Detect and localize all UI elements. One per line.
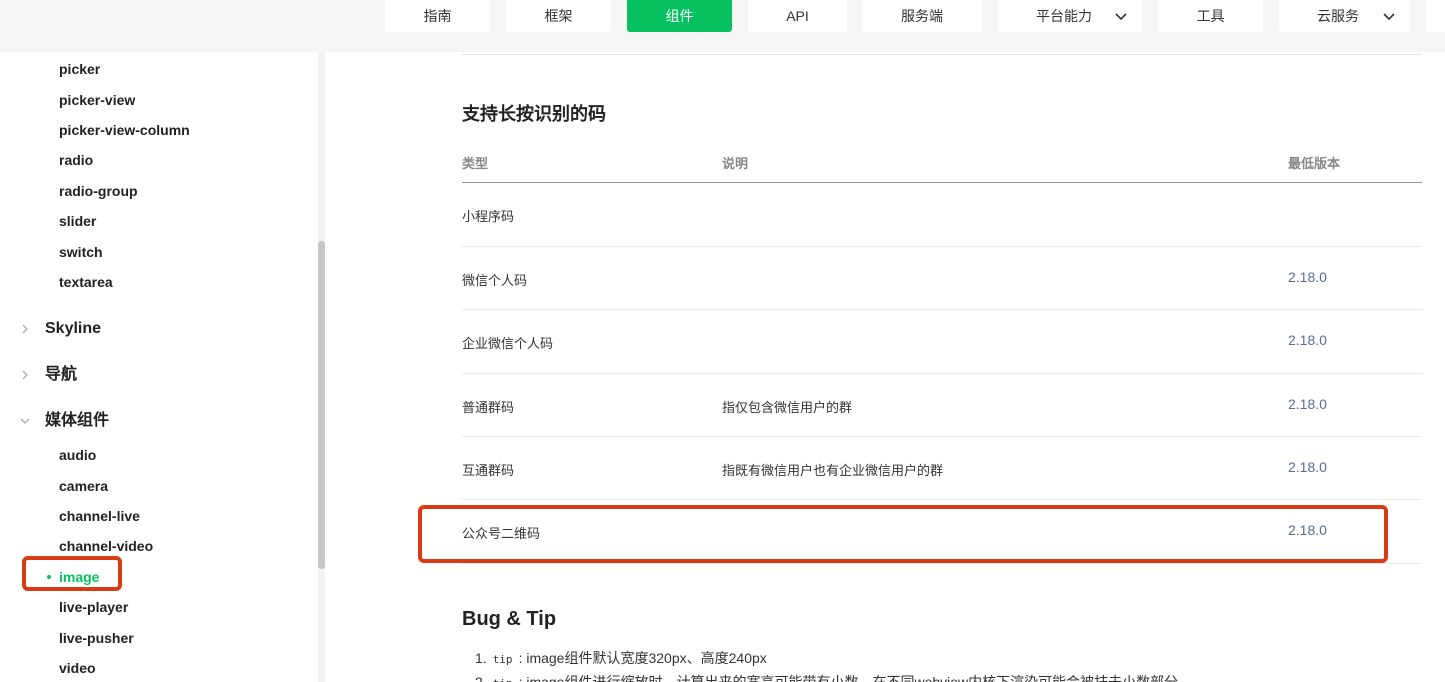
sidebar-item-picker-view-column[interactable]: picker-view-column: [59, 121, 190, 139]
tip-text: : image组件进行缩放时，计算出来的宽高可能带有小数，在不同webview内…: [518, 674, 1179, 682]
chevron-right-icon: [22, 324, 28, 334]
tip-text: : image组件默认宽度320px、高度240px: [518, 650, 767, 666]
list-number: 1.: [475, 650, 487, 666]
nav-cloud-service[interactable]: 云服务: [1279, 0, 1410, 32]
nav-more[interactable]: [1426, 0, 1445, 32]
sidebar-item-live-player[interactable]: live-player: [59, 598, 128, 616]
cell-desc: 指仅包含微信用户的群: [722, 400, 853, 415]
cell-type: 互通群码: [462, 463, 515, 478]
sidebar-item-switch[interactable]: switch: [59, 243, 103, 261]
sidebar-item-live-pusher[interactable]: live-pusher: [59, 629, 134, 647]
sidebar-item-camera[interactable]: camera: [59, 477, 108, 495]
cell-type: 企业微信个人码: [462, 336, 554, 351]
sidebar-scrollbar[interactable]: [318, 241, 325, 569]
cell-desc: 指既有微信用户也有企业微信用户的群: [722, 463, 944, 478]
table-header-version: 最低版本: [1288, 156, 1341, 171]
sidebar-group-media[interactable]: 媒体组件: [45, 411, 109, 431]
sidebar-item-picker[interactable]: picker: [59, 60, 100, 78]
sidebar-item-channel-video[interactable]: channel-video: [59, 537, 153, 555]
cell-type: 微信个人码: [462, 273, 528, 288]
row-divider: [462, 246, 1422, 247]
row-divider: [462, 373, 1422, 374]
chevron-down-icon: [1115, 13, 1127, 21]
nav-platform-capability[interactable]: 平台能力: [998, 0, 1142, 32]
sidebar-item-picker-view[interactable]: picker-view: [59, 91, 135, 109]
nav-guide[interactable]: 指南: [385, 0, 490, 32]
tip-code: tip: [492, 653, 513, 666]
top-nav: 指南 框架 组件 API 服务端 平台能力 工具 云服务: [0, 0, 1445, 52]
table-header-divider: [462, 182, 1422, 183]
bug-tip-heading: Bug & Tip: [462, 608, 557, 630]
sidebar-item-radio-group[interactable]: radio-group: [59, 182, 138, 200]
nav-api[interactable]: API: [748, 0, 847, 32]
cell-version: 2.18.0: [1288, 332, 1327, 348]
table-header-desc: 说明: [722, 156, 749, 171]
nav-server[interactable]: 服务端: [862, 0, 982, 32]
tip-code: tip: [493, 677, 513, 682]
cell-type: 小程序码: [462, 209, 515, 224]
sidebar-group-skyline[interactable]: Skyline: [45, 319, 101, 339]
nav-tools[interactable]: 工具: [1158, 0, 1263, 32]
cell-version: 2.18.0: [1288, 269, 1327, 285]
list-item: 1. tip : image组件默认宽度320px、高度240px: [475, 648, 767, 668]
row-divider: [462, 563, 1422, 564]
row-divider: [462, 309, 1422, 310]
chevron-down-icon: [1383, 13, 1395, 21]
highlight-annotation: [418, 505, 1388, 563]
chevron-right-icon: [22, 370, 28, 380]
row-divider: [462, 436, 1422, 437]
cell-version: 2.18.0: [1288, 396, 1327, 412]
cell-type: 普通群码: [462, 400, 515, 415]
list-item: 2. tip : image组件进行缩放时，计算出来的宽高可能带有小数，在不同web…: [475, 672, 1178, 682]
chevron-down-icon: [20, 418, 30, 424]
row-divider: [462, 499, 1422, 500]
nav-components[interactable]: 组件: [627, 0, 732, 32]
table-header-type: 类型: [462, 156, 489, 171]
sidebar-group-navigation[interactable]: 导航: [45, 365, 77, 385]
sidebar-item-channel-live[interactable]: channel-live: [59, 507, 140, 525]
sidebar-item-textarea[interactable]: textarea: [59, 273, 113, 291]
section-title: 支持长按识别的码: [462, 104, 606, 124]
divider: [462, 54, 1422, 55]
sidebar-item-audio[interactable]: audio: [59, 446, 96, 464]
sidebar-item-slider[interactable]: slider: [59, 212, 96, 230]
cell-version: 2.18.0: [1288, 459, 1327, 475]
highlight-annotation: [22, 556, 122, 591]
sidebar-item-video[interactable]: video: [59, 659, 96, 677]
sidebar-item-radio[interactable]: radio: [59, 151, 93, 169]
nav-framework[interactable]: 框架: [506, 0, 611, 32]
list-number: 2.: [475, 674, 487, 682]
